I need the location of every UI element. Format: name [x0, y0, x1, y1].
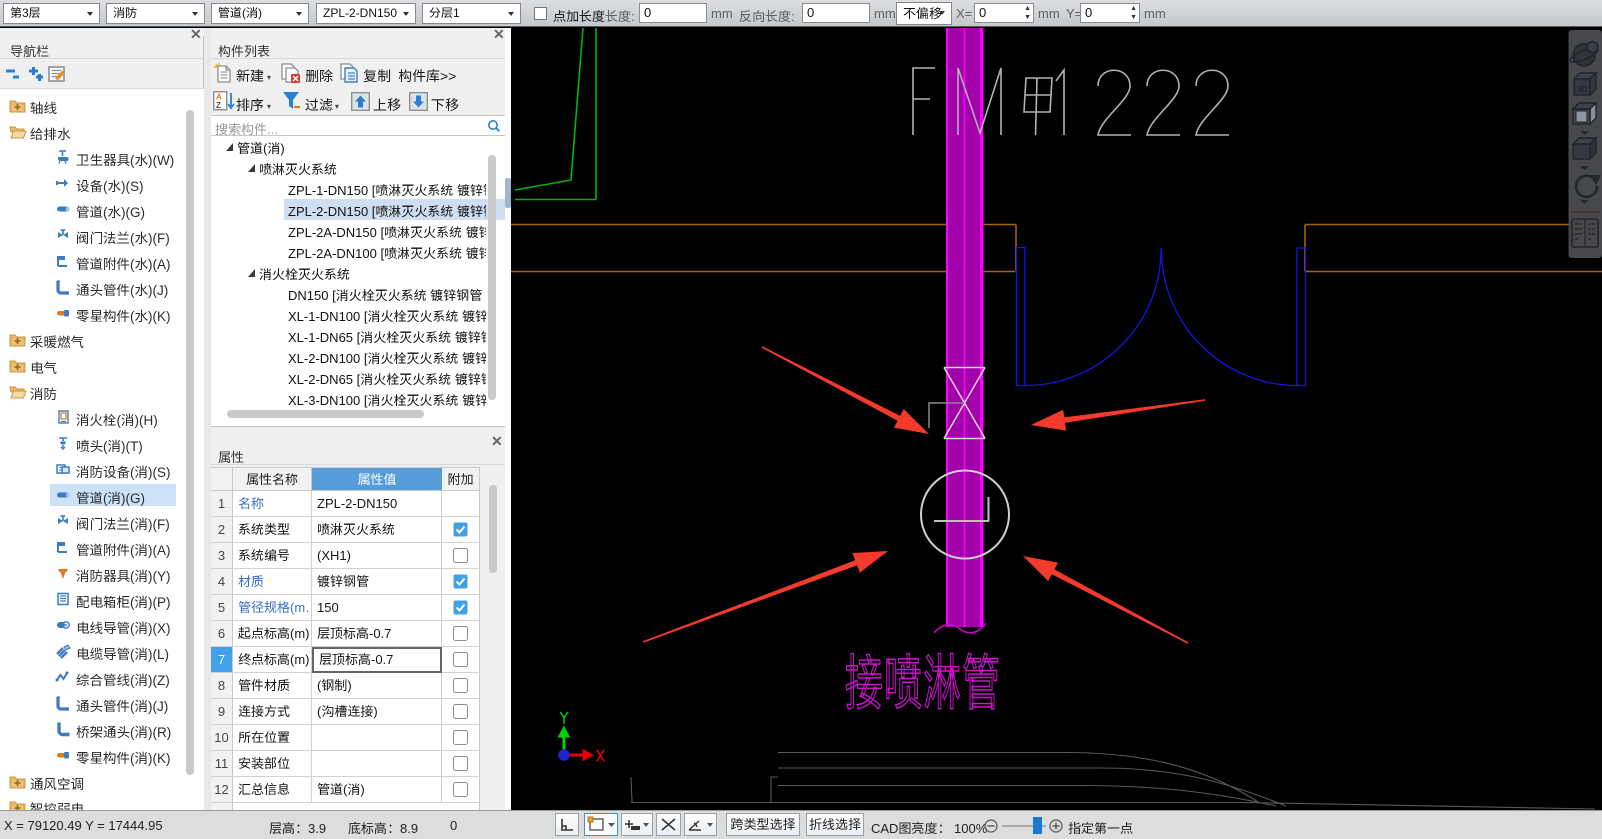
svg-text:接喷淋管: 接喷淋管: [845, 636, 1001, 722]
svg-text:3D: 3D: [1577, 85, 1587, 94]
